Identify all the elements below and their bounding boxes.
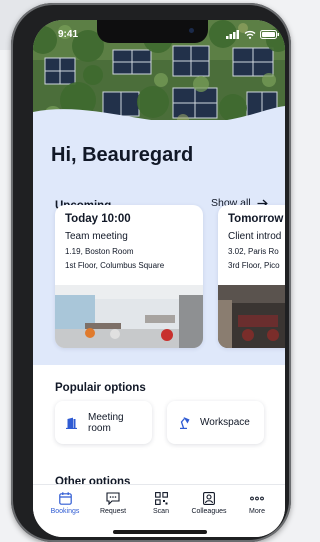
meeting-room-label-line2: room	[88, 422, 111, 434]
chat-icon	[106, 492, 120, 505]
status-icons	[226, 30, 280, 39]
meeting-room-option[interactable]: Meeting room	[55, 401, 152, 444]
tab-more-label: More	[249, 508, 265, 515]
home-indicator	[113, 530, 207, 534]
meeting-title: Client introd	[228, 231, 282, 242]
qr-icon	[154, 492, 168, 505]
calendar-icon	[58, 492, 72, 505]
signal-icon	[226, 30, 239, 39]
meeting-time: Tomorrow	[228, 213, 284, 225]
workspace-option[interactable]: Workspace	[167, 401, 264, 444]
phone-frame: 9:41 Hi, Beauregard Upcoming	[11, 3, 291, 542]
greeting-heading: Hi, Beauregard	[51, 144, 194, 166]
camera-icon	[189, 28, 194, 33]
tab-colleagues-label: Colleagues	[191, 508, 227, 515]
workspace-label: Workspace	[200, 417, 250, 428]
tab-more[interactable]: More	[233, 492, 281, 515]
meeting-time: Today 10:00	[65, 213, 131, 225]
popular-title: Populair options	[55, 382, 146, 394]
status-time: 9:41	[58, 29, 79, 40]
tab-scan-label: Scan	[153, 508, 169, 515]
tab-request-label: Request	[99, 508, 127, 515]
meeting-card[interactable]: Today 10:00 Team meeting 1.19, Boston Ro…	[55, 205, 203, 348]
meeting-room-photo	[218, 285, 285, 348]
tab-bookings[interactable]: Bookings	[41, 492, 89, 515]
person-badge-icon	[203, 492, 215, 505]
door-icon	[66, 417, 77, 429]
meeting-location: 1st Floor, Columbus Square	[65, 261, 165, 270]
tab-request[interactable]: Request	[89, 492, 137, 515]
tab-bookings-label: Bookings	[50, 508, 80, 515]
wifi-icon	[244, 30, 256, 39]
meeting-room-photo	[55, 285, 203, 348]
wave-divider	[33, 106, 285, 130]
desk-lamp-icon	[180, 417, 190, 429]
tab-colleagues[interactable]: Colleagues	[185, 492, 233, 515]
tab-scan[interactable]: Scan	[137, 492, 185, 515]
more-dots-icon	[250, 496, 264, 501]
meeting-room-label: Meeting room	[88, 412, 124, 434]
meeting-room: 3.02, Paris Ro	[228, 247, 279, 256]
meeting-location: 3rd Floor, Pico	[228, 261, 280, 270]
app-screen: 9:41 Hi, Beauregard Upcoming	[33, 20, 285, 537]
meeting-room-label-line1: Meeting	[88, 411, 124, 423]
meeting-title: Team meeting	[65, 231, 128, 242]
battery-icon	[260, 30, 279, 39]
meeting-room: 1.19, Boston Room	[65, 247, 134, 256]
meeting-card[interactable]: Tomorrow Client introd 3.02, Paris Ro 3r…	[218, 205, 285, 348]
